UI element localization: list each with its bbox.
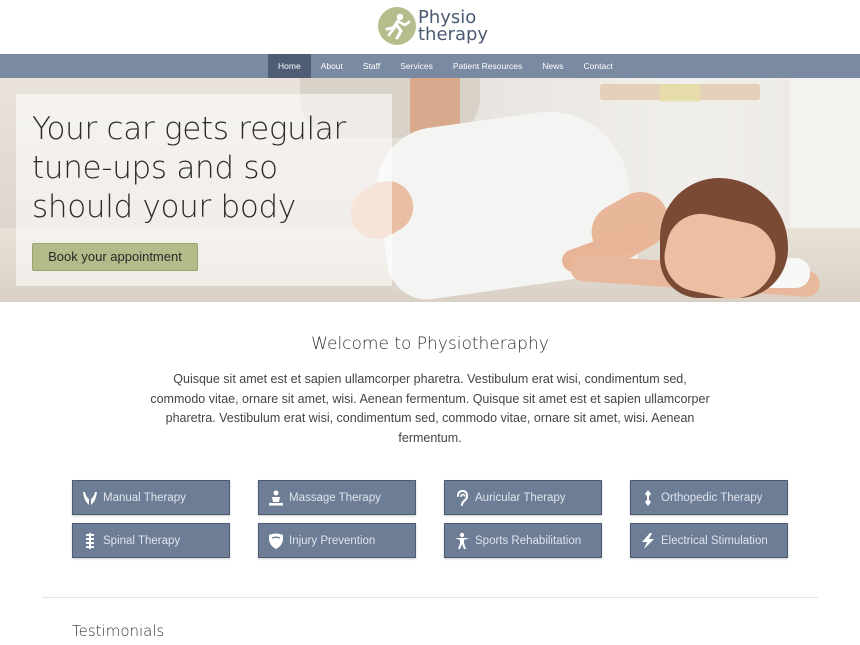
service-label: Orthopedic Therapy: [661, 491, 763, 504]
service-button-electrical-stimulation[interactable]: Electrical Stimulation: [630, 523, 788, 558]
service-label: Sports Rehabilitation: [475, 534, 582, 547]
nav-item-staff[interactable]: Staff: [353, 54, 390, 78]
hero-headline-line-3: should your body: [32, 189, 296, 225]
service-label: Massage Therapy: [289, 491, 381, 504]
service-button-orthopedic-therapy[interactable]: Orthopedic Therapy: [630, 480, 788, 515]
service-button-spinal-therapy[interactable]: Spinal Therapy: [72, 523, 230, 558]
nav-item-services[interactable]: Services: [390, 54, 443, 78]
nav-item-patient-resources[interactable]: Patient Resources: [443, 54, 532, 78]
nav-items: Home About Staff Services Patient Resour…: [268, 54, 623, 78]
service-button-manual-therapy[interactable]: Manual Therapy: [72, 480, 230, 515]
shield-icon: [267, 532, 285, 550]
hero-photo-object: [660, 84, 700, 102]
spine-icon: [81, 532, 99, 550]
services-grid: Manual Therapy Massage Therapy Auricular…: [72, 480, 788, 558]
book-appointment-button[interactable]: Book your appointment: [32, 243, 198, 271]
hero-headline-line-1: Your car gets regular: [32, 111, 346, 147]
service-button-sports-rehabilitation[interactable]: Sports Rehabilitation: [444, 523, 602, 558]
nav-item-contact[interactable]: Contact: [574, 54, 623, 78]
service-button-injury-prevention[interactable]: Injury Prevention: [258, 523, 416, 558]
nav-item-home[interactable]: Home: [268, 54, 311, 78]
nav-item-news[interactable]: News: [532, 54, 573, 78]
runner-logo-icon: [378, 7, 416, 45]
service-button-massage-therapy[interactable]: Massage Therapy: [258, 480, 416, 515]
hands-icon: [81, 489, 99, 507]
service-label: Injury Prevention: [289, 534, 376, 547]
site-header: Physio therapy: [0, 0, 860, 54]
welcome-heading: Welcome to Physiotheraphy: [311, 334, 549, 354]
massage-icon: [267, 489, 285, 507]
brand-line-2: therapy: [418, 24, 489, 45]
service-label: Auricular Therapy: [475, 491, 566, 504]
welcome-paragraph: Quisque sit amet est et sapien ullamcorp…: [150, 372, 710, 445]
service-label: Spinal Therapy: [103, 534, 181, 547]
main-nav: Home About Staff Services Patient Resour…: [0, 54, 860, 78]
service-label: Electrical Stimulation: [661, 534, 768, 547]
ear-icon: [453, 489, 471, 507]
site-logo[interactable]: Physio therapy: [378, 7, 488, 45]
nav-item-about[interactable]: About: [311, 54, 353, 78]
testimonials-heading: Testimonials: [72, 622, 165, 640]
service-button-auricular-therapy[interactable]: Auricular Therapy: [444, 480, 602, 515]
hero-headline-line-2: tune-ups and so: [32, 150, 278, 186]
bone-icon: [639, 489, 657, 507]
brand-name: Physio therapy: [418, 9, 489, 45]
person-icon: [453, 532, 471, 550]
service-label: Manual Therapy: [103, 491, 186, 504]
hero-headline: Your car gets regular tune-ups and so sh…: [32, 110, 382, 227]
section-divider: [42, 597, 818, 598]
lightning-icon: [639, 532, 657, 550]
